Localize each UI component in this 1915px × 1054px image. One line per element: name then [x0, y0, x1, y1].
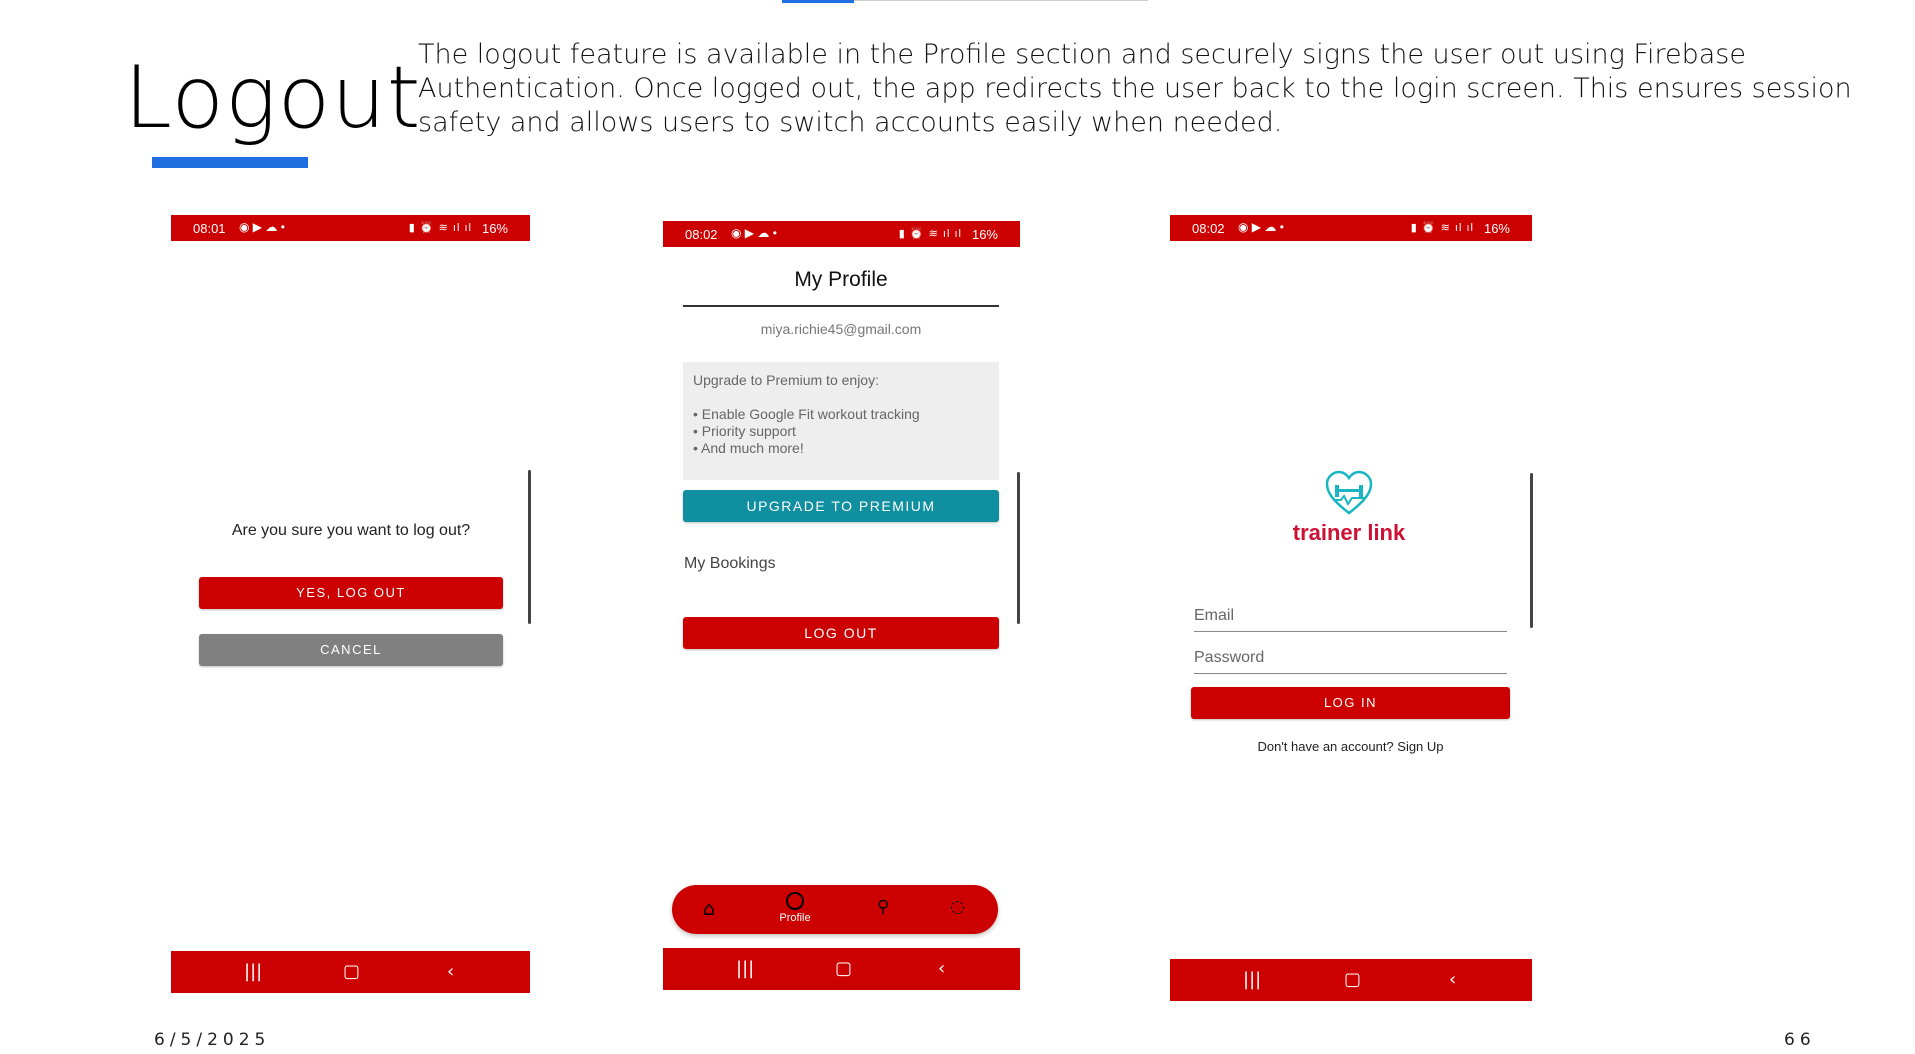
bottom-nav-pill: ⌂ Profile ⚲ ◌: [672, 885, 998, 934]
status-battery: 16%: [1483, 221, 1510, 236]
slide-title: Logout: [124, 48, 422, 148]
status-time: 08:01: [193, 221, 226, 236]
status-battery: 16%: [971, 227, 998, 242]
android-nav-bar: ||| ▢ ‹: [171, 951, 530, 993]
log-out-button[interactable]: LOG OUT: [683, 617, 999, 649]
slide-description: The logout feature is available in the P…: [418, 39, 1852, 138]
premium-item: • Priority support: [693, 423, 796, 439]
sign-up-link[interactable]: Don't have an account? Sign Up: [1191, 739, 1510, 754]
recent-apps-icon[interactable]: |||: [1243, 969, 1261, 990]
title-underline: [152, 157, 308, 168]
recent-apps-icon[interactable]: |||: [736, 958, 754, 979]
scroll-indicator: [1017, 472, 1020, 624]
premium-heading: Upgrade to Premium to enjoy:: [693, 372, 879, 388]
home-icon[interactable]: ⌂: [703, 898, 715, 920]
home-icon[interactable]: ▢: [1344, 969, 1361, 990]
chat-icon[interactable]: ◌: [950, 897, 965, 917]
upgrade-to-premium-button[interactable]: UPGRADE TO PREMIUM: [683, 490, 999, 522]
scroll-indicator: [528, 470, 531, 624]
log-in-button[interactable]: LOG IN: [1191, 687, 1510, 719]
back-icon[interactable]: ‹: [1449, 969, 1456, 990]
slide-page-number: 66: [1784, 1030, 1816, 1050]
my-bookings-link[interactable]: My Bookings: [684, 555, 776, 573]
premium-item: • And much more!: [693, 440, 804, 456]
system-icons: ▮ ⏰ ≋ ıl ıl: [1410, 222, 1474, 234]
android-nav-bar: ||| ▢ ‹: [663, 948, 1020, 990]
profile-email: miya.richie45@gmail.com: [760, 321, 922, 337]
premium-item: • Enable Google Fit workout tracking: [693, 406, 920, 422]
back-icon[interactable]: ‹: [938, 958, 945, 979]
yes-log-out-button[interactable]: YES, LOG OUT: [199, 577, 503, 609]
email-field[interactable]: Email: [1194, 607, 1507, 632]
logout-confirm-text: Are you sure you want to log out?: [231, 522, 471, 539]
status-bar: 08:01 ◉ ▶ ☁ • ▮ ⏰ ≋ ıl ıl 16%: [171, 215, 530, 241]
recent-apps-icon[interactable]: |||: [244, 961, 262, 982]
search-icon[interactable]: ⚲: [877, 897, 889, 917]
header-divider: [683, 305, 999, 307]
profile-icon: [786, 892, 804, 910]
tab-profile-label: Profile: [779, 912, 811, 924]
status-bar: 08:02 ◉ ▶ ☁ • ▮ ⏰ ≋ ıl ıl 16%: [1170, 215, 1532, 241]
tab-profile[interactable]: Profile: [770, 892, 820, 924]
top-divider: [854, 0, 1148, 1]
notification-icons: ◉ ▶ ☁ •: [239, 220, 285, 234]
system-icons: ▮ ⏰ ≋ ıl ıl: [408, 222, 472, 234]
status-bar: 08:02 ◉ ▶ ☁ • ▮ ⏰ ≋ ıl ıl 16%: [663, 221, 1020, 247]
heart-dumbbell-logo-icon: [1325, 470, 1373, 515]
home-icon[interactable]: ▢: [835, 958, 852, 979]
slide-date: 6/5/2025: [154, 1030, 271, 1050]
cancel-button[interactable]: CANCEL: [199, 634, 503, 666]
back-icon[interactable]: ‹: [447, 961, 454, 982]
brand-name: trainer link: [1292, 520, 1406, 545]
status-battery: 16%: [481, 221, 508, 236]
premium-info-box: Upgrade to Premium to enjoy: • Enable Go…: [683, 362, 999, 480]
notification-icons: ◉ ▶ ☁ •: [731, 226, 777, 240]
top-accent-bar: [782, 0, 854, 3]
status-time: 08:02: [685, 227, 718, 242]
scroll-indicator: [1530, 473, 1533, 628]
profile-header: My Profile: [794, 268, 888, 291]
status-time: 08:02: [1192, 221, 1225, 236]
system-icons: ▮ ⏰ ≋ ıl ıl: [898, 228, 962, 240]
notification-icons: ◉ ▶ ☁ •: [1238, 220, 1284, 234]
home-icon[interactable]: ▢: [343, 961, 360, 982]
password-field[interactable]: Password: [1194, 649, 1507, 674]
android-nav-bar: ||| ▢ ‹: [1170, 959, 1532, 1001]
